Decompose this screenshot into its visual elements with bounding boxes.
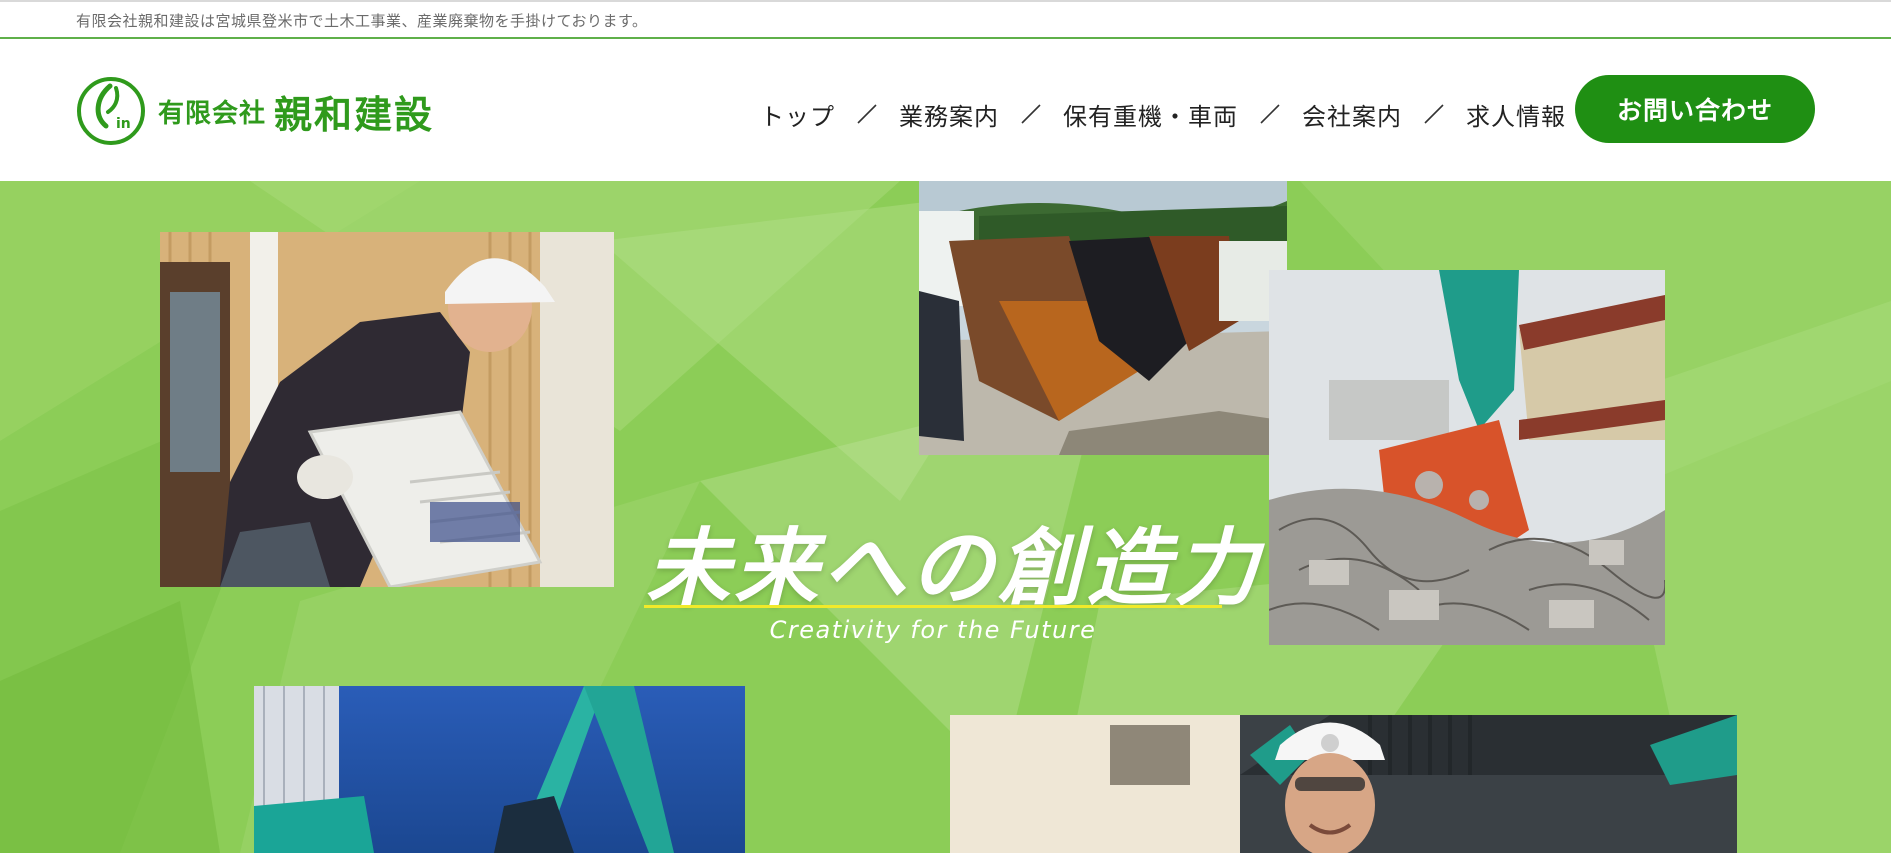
photo-demolition-crusher <box>1269 270 1665 645</box>
contact-button[interactable]: お問い合わせ <box>1575 75 1815 143</box>
site-tagline: 有限会社親和建設は宮城県登米市で土木工事業、産業廃棄物を手掛けております。 <box>76 12 648 30</box>
logo-company-type: 有限会社 <box>158 98 267 129</box>
hero-title-underline <box>644 605 1222 608</box>
hero-section: 未来への創造力 Creativity for the Future <box>0 181 1891 853</box>
nav-item-equipment[interactable]: 保有重機・車両 <box>1063 97 1238 132</box>
longarm-illustration <box>254 686 745 853</box>
worker-illustration <box>160 232 614 587</box>
logo-company-name: 親和建設 <box>274 92 435 137</box>
crusher-illustration <box>1269 270 1665 645</box>
nav-item-services[interactable]: 業務案内 <box>899 97 999 132</box>
photo-foreman-with-excavator <box>950 715 1737 853</box>
photo-worker-carrying-ac <box>160 232 614 587</box>
photo-long-reach-excavator <box>254 686 745 853</box>
site-header: in 有限会社 親和建設 トップ 業務案内 保有重機・車両 会社案内 求人情報 … <box>0 39 1891 181</box>
nav-item-company[interactable]: 会社案内 <box>1302 97 1402 132</box>
nav-separator-slash-icon <box>857 104 877 124</box>
nav-item-recruit[interactable]: 求人情報 <box>1466 97 1566 132</box>
nav-separator-slash-icon <box>1260 104 1280 124</box>
photo-excavator-buckets <box>919 181 1287 455</box>
nav-separator-slash-icon <box>1424 104 1444 124</box>
company-logo-mark-icon: in <box>77 77 145 145</box>
foreman-illustration <box>950 715 1737 853</box>
main-navigation: トップ 業務案内 保有重機・車両 会社案内 求人情報 <box>760 94 1566 134</box>
nav-item-top[interactable]: トップ <box>760 97 835 132</box>
buckets-illustration <box>919 181 1287 455</box>
hero-subtitle: Creativity for the Future <box>769 616 1097 644</box>
top-info-bar: 有限会社親和建設は宮城県登米市で土木工事業、産業廃棄物を手掛けております。 <box>0 0 1891 39</box>
nav-separator-slash-icon <box>1021 104 1041 124</box>
site-logo[interactable]: in 有限会社 親和建設 <box>76 75 434 147</box>
svg-text:in: in <box>116 116 131 132</box>
hero-title: 未来への創造力 <box>646 519 1263 617</box>
